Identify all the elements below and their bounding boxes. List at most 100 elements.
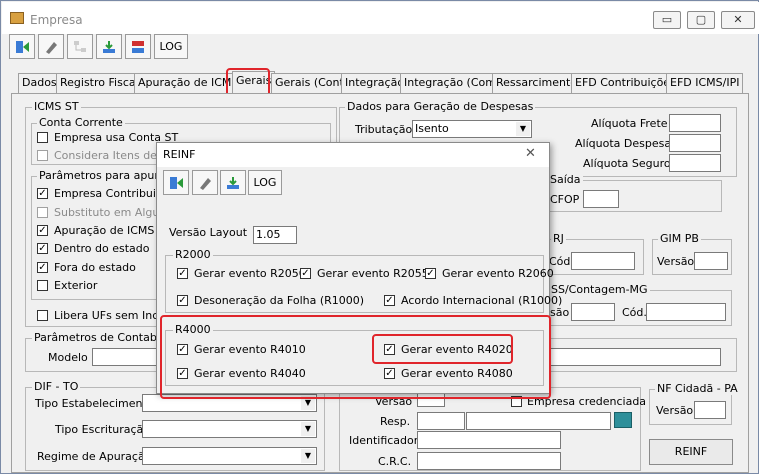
tab-dados[interactable]: Dados	[18, 73, 61, 93]
maximize-button[interactable]: ▢	[687, 11, 715, 29]
fora-estado-checkbox[interactable]: ✓	[37, 262, 48, 273]
aliquota-despesa-input[interactable]	[669, 134, 721, 152]
cfop-label: CFOP	[550, 193, 580, 206]
reinf-dialog-close-icon[interactable]: ✕	[525, 146, 536, 161]
app-icon	[10, 12, 24, 24]
tributacao-select[interactable]: Isento ▼	[412, 120, 532, 138]
contabilizacao-right-input[interactable]	[549, 348, 721, 366]
lookup-icon[interactable]	[614, 412, 632, 428]
dentro-estado-label: Dentro do estado	[54, 242, 150, 255]
regime-apuracao-label: Regime de Apuração	[37, 450, 152, 463]
tipo-escrituracao-label: Tipo Escrituração	[55, 423, 151, 436]
apuracao-icms-st-checkbox[interactable]: ✓	[37, 225, 48, 236]
r2050-label: Gerar evento R2050	[194, 267, 306, 280]
aliquota-frete-input[interactable]	[669, 114, 721, 132]
acordo-internacional-label: Acordo Internacional (R1000)	[401, 294, 563, 307]
substituto-checkbox[interactable]	[37, 207, 48, 218]
title-bar: Empresa ▭ ▢ ✕	[2, 2, 759, 34]
apuracao-icms-st-label: Apuração de ICMS ST	[54, 224, 172, 237]
log-button[interactable]: LOG	[154, 34, 188, 59]
tab-efd-contribuicoes[interactable]: EFD Contribuições	[571, 73, 680, 93]
chevron-down-icon: ▼	[516, 122, 530, 136]
exit-icon[interactable]	[9, 34, 35, 59]
tab-ressarcimento[interactable]: Ressarcimento	[492, 73, 582, 93]
nf-cidada-title: NF Cidadã - PA	[655, 382, 740, 395]
tab-integracao[interactable]: Integração	[341, 73, 409, 93]
iss-versao-label: são	[550, 306, 570, 319]
rj-cod-input[interactable]	[571, 252, 635, 270]
versao-layout-input[interactable]: 1.05	[253, 226, 297, 244]
edit-icon[interactable]	[38, 34, 64, 59]
libera-ufs-checkbox[interactable]	[37, 310, 48, 321]
empresa-contribuinte-checkbox[interactable]: ✓	[37, 188, 48, 199]
gim-pb-versao-label: Versão	[657, 255, 695, 268]
crc-input[interactable]	[417, 452, 561, 470]
close-button[interactable]: ✕	[721, 11, 755, 29]
reinf-button[interactable]: REINF	[649, 439, 733, 465]
aliquota-despesa-label: Alíquota Despesa	[575, 137, 672, 150]
empresa-window: Empresa ▭ ▢ ✕ LOG Dados Registro Fiscal …	[0, 0, 759, 474]
reinf-dialog-title-bar: REINF ✕	[157, 143, 549, 167]
minimize-button[interactable]: ▭	[653, 11, 681, 29]
tributacao-label: Tributação	[355, 123, 413, 136]
tab-efd-icms-ipi[interactable]: EFD ICMS/IPI	[666, 73, 744, 93]
acordo-internacional-checkbox[interactable]: ✓	[384, 295, 395, 306]
gim-pb-versao-input[interactable]	[694, 252, 728, 270]
iss-cod-label: Cód.	[622, 306, 647, 319]
aliquota-seguro-label: Alíquota Seguro	[583, 157, 671, 170]
empresa-usa-conta-st-checkbox[interactable]	[37, 132, 48, 143]
saida-title: Saída	[548, 173, 583, 186]
modelo-label: Modelo	[48, 351, 88, 364]
resp-name-input[interactable]	[466, 412, 611, 430]
iss-contagem-title: SS/Contagem-MG	[549, 283, 650, 296]
regime-apuracao-select[interactable]: ▼	[142, 447, 317, 465]
identificador-input[interactable]	[417, 431, 561, 449]
fora-estado-label: Fora do estado	[54, 261, 136, 274]
r2060-checkbox[interactable]: ✓	[425, 268, 436, 279]
resp-code-input[interactable]	[417, 412, 465, 430]
iss-cod-input[interactable]	[646, 303, 726, 321]
considera-itens-checkbox[interactable]	[37, 150, 48, 161]
cfop-input[interactable]	[583, 190, 619, 208]
r2055-label: Gerar evento R2055	[317, 267, 429, 280]
tributacao-value: Isento	[415, 122, 449, 135]
despesas-title: Dados para Geração de Despesas	[345, 100, 536, 113]
icms-st-title: ICMS ST	[32, 100, 81, 113]
identificador-label: Identificador	[349, 434, 419, 447]
libera-ufs-label: Libera UFs sem Incriç	[54, 309, 172, 322]
tab-registro-fiscal[interactable]: Registro Fiscal	[56, 73, 143, 93]
aliquota-seguro-input[interactable]	[669, 154, 721, 172]
download-icon[interactable]	[96, 34, 122, 59]
window-title: Empresa	[30, 13, 83, 27]
nf-cidada-versao-input[interactable]	[694, 401, 726, 419]
r4000-highlight	[160, 315, 551, 399]
exterior-label: Exterior	[54, 279, 98, 292]
r2050-checkbox[interactable]: ✓	[177, 268, 188, 279]
dif-to-title: DIF - TO	[32, 380, 81, 393]
versao-layout-label: Versão Layout	[169, 226, 248, 239]
conta-corrente-title: Conta Corrente	[37, 116, 125, 129]
resp-label: Resp.	[380, 415, 411, 428]
r2060-label: Gerar evento R2060	[442, 267, 554, 280]
iss-versao-input[interactable]	[571, 303, 615, 321]
reinf-exit-icon[interactable]	[163, 170, 189, 195]
reinf-download-icon[interactable]	[220, 170, 246, 195]
desoneracao-label: Desoneração da Folha (R1000)	[194, 294, 365, 307]
modelo-input[interactable]	[92, 348, 162, 366]
tipo-escrituracao-select[interactable]: ▼	[142, 420, 317, 438]
desoneracao-checkbox[interactable]: ✓	[177, 295, 188, 306]
reinf-edit-icon[interactable]	[192, 170, 218, 195]
crc-label: C.R.C.	[378, 455, 412, 468]
reinf-log-button[interactable]: LOG	[248, 170, 282, 195]
r2055-checkbox[interactable]: ✓	[300, 268, 311, 279]
tree-icon[interactable]	[67, 34, 93, 59]
dentro-estado-checkbox[interactable]: ✓	[37, 243, 48, 254]
r2000-title: R2000	[173, 248, 213, 261]
exterior-checkbox[interactable]	[37, 280, 48, 291]
nf-cidada-versao-label: Versão	[656, 404, 694, 417]
tipo-estabelecimento-label: Tipo Estabelecimento	[35, 397, 154, 410]
aliquota-frete-label: Alíquota Frete	[591, 117, 668, 130]
chevron-down-icon: ▼	[301, 422, 315, 436]
rj-title: RJ	[551, 232, 566, 245]
import-icon[interactable]	[125, 34, 151, 59]
